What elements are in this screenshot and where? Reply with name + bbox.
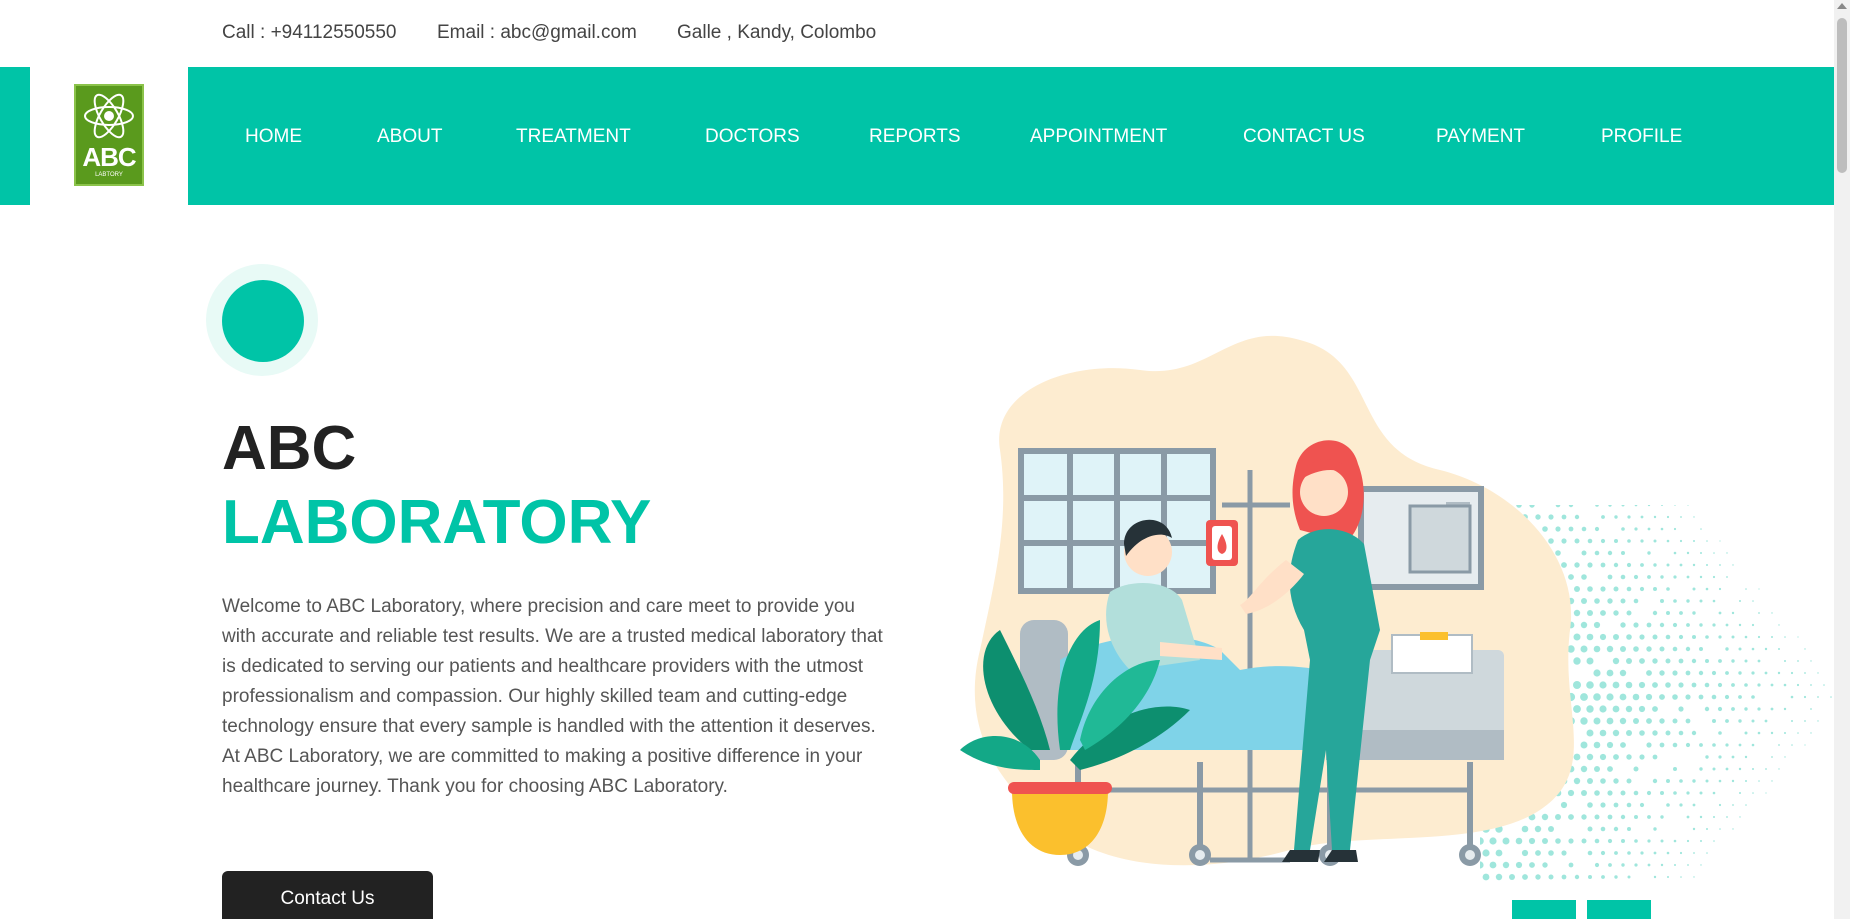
atom-icon [82,90,136,142]
main-header: ABC LABTORY HOME ABOUT TREATMENT DOCTORS… [0,67,1834,205]
nav-profile[interactable]: PROFILE [1601,126,1682,148]
hospital-illustration [960,330,1600,890]
slider-next-button[interactable] [1587,900,1651,919]
hero-title-line1: ABC [222,418,356,480]
contact-us-button[interactable]: Contact Us [222,871,433,919]
contact-email: Email : abc@gmail.com [437,22,637,44]
decorative-circle [222,280,304,362]
contact-phone: Call : +94112550550 [222,22,397,44]
nav-contact-us[interactable]: CONTACT US [1243,126,1365,148]
nav-payment[interactable]: PAYMENT [1436,126,1525,148]
logo-text: ABC [76,142,142,173]
window-illustration [1018,448,1216,594]
logo-subtext: LABTORY [76,172,142,178]
scroll-up-arrow-icon[interactable] [1837,3,1847,9]
logo[interactable]: ABC LABTORY [74,84,144,186]
slider-prev-button[interactable] [1512,900,1576,919]
contact-locations: Galle , Kandy, Colombo [677,22,876,44]
nav-home[interactable]: HOME [245,126,302,148]
nav-doctors[interactable]: DOCTORS [705,126,800,148]
nav-about[interactable]: ABOUT [377,126,442,148]
hero-description: Welcome to ABC Laboratory, where precisi… [222,592,892,802]
scroll-thumb[interactable] [1837,18,1847,173]
nav-reports[interactable]: REPORTS [869,126,961,148]
top-info-bar: Call : +94112550550 Email : abc@gmail.co… [0,0,1834,67]
logo-container[interactable]: ABC LABTORY [30,67,188,205]
hero-title-line2: LABORATORY [222,492,651,554]
nav-appointment[interactable]: APPOINTMENT [1030,126,1167,148]
nav-treatment[interactable]: TREATMENT [516,126,631,148]
xray-board-illustration [1358,486,1484,590]
page-scrollbar[interactable] [1834,0,1850,919]
